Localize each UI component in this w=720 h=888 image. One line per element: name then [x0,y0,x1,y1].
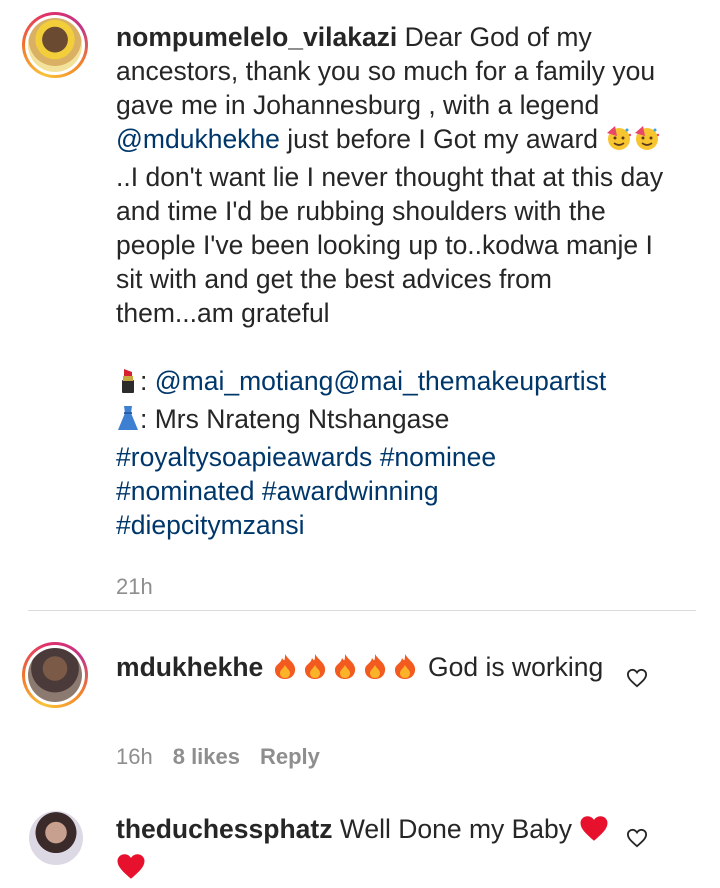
hashtag[interactable]: #diepcitymzansi [116,510,305,540]
comment-username[interactable]: theduchessphatz [116,814,332,844]
party-face-emoji [633,124,661,160]
mention-mai-themakeupartist[interactable]: @mai_themakeupartist [333,366,606,396]
red-heart-emoji [579,815,609,850]
credit-dress: : Mrs Nrateng Ntshangase [140,404,450,434]
reply-button[interactable]: Reply [260,744,320,770]
post-avatar[interactable] [22,12,88,78]
hashtag[interactable]: #nominee [380,442,496,472]
hashtag[interactable]: #awardwinning [262,476,439,506]
caption-text-2: just before I Got my award [279,124,606,154]
comment-avatar[interactable] [28,810,84,866]
like-heart-icon[interactable] [626,668,648,693]
comment-body: mdukhekhe God is working [116,650,636,684]
mention-mai-motiang[interactable]: @mai_motiang [155,366,334,396]
comment-text: Well Done my Baby [332,814,580,844]
post-caption: nompumelelo_vilakazi Dear God of my ance… [116,20,676,604]
lipstick-emoji [116,366,140,402]
post-username[interactable]: nompumelelo_vilakazi [116,22,397,52]
comment-body: theduchessphatz Well Done my Baby [116,812,636,888]
comment-meta: 16h 8 likes Reply [116,744,320,770]
caption-text-3: ..I don't want lie I never thought that … [116,162,664,328]
party-face-emoji [605,124,633,160]
divider [28,610,696,611]
avatar-image [29,811,83,865]
red-heart-emoji [116,853,146,888]
comment-likes[interactable]: 8 likes [173,744,240,770]
mention-mdukhekhe[interactable]: @mdukhekhe [116,124,280,154]
credit-makeup-label: : [140,366,155,396]
dress-emoji [116,404,140,440]
comment-text: God is working [428,652,604,682]
avatar-image [28,648,82,702]
comment-avatar[interactable] [22,642,88,708]
comment-time: 16h [116,744,153,769]
hashtag[interactable]: #nominated [116,476,255,506]
comment-username[interactable]: mdukhekhe [116,652,263,682]
post-timestamp: 21h [116,574,153,599]
fire-emoji [271,652,428,682]
avatar-image [28,18,82,72]
like-heart-icon[interactable] [626,828,648,853]
hashtag[interactable]: #royaltysoapieawards [116,442,372,472]
